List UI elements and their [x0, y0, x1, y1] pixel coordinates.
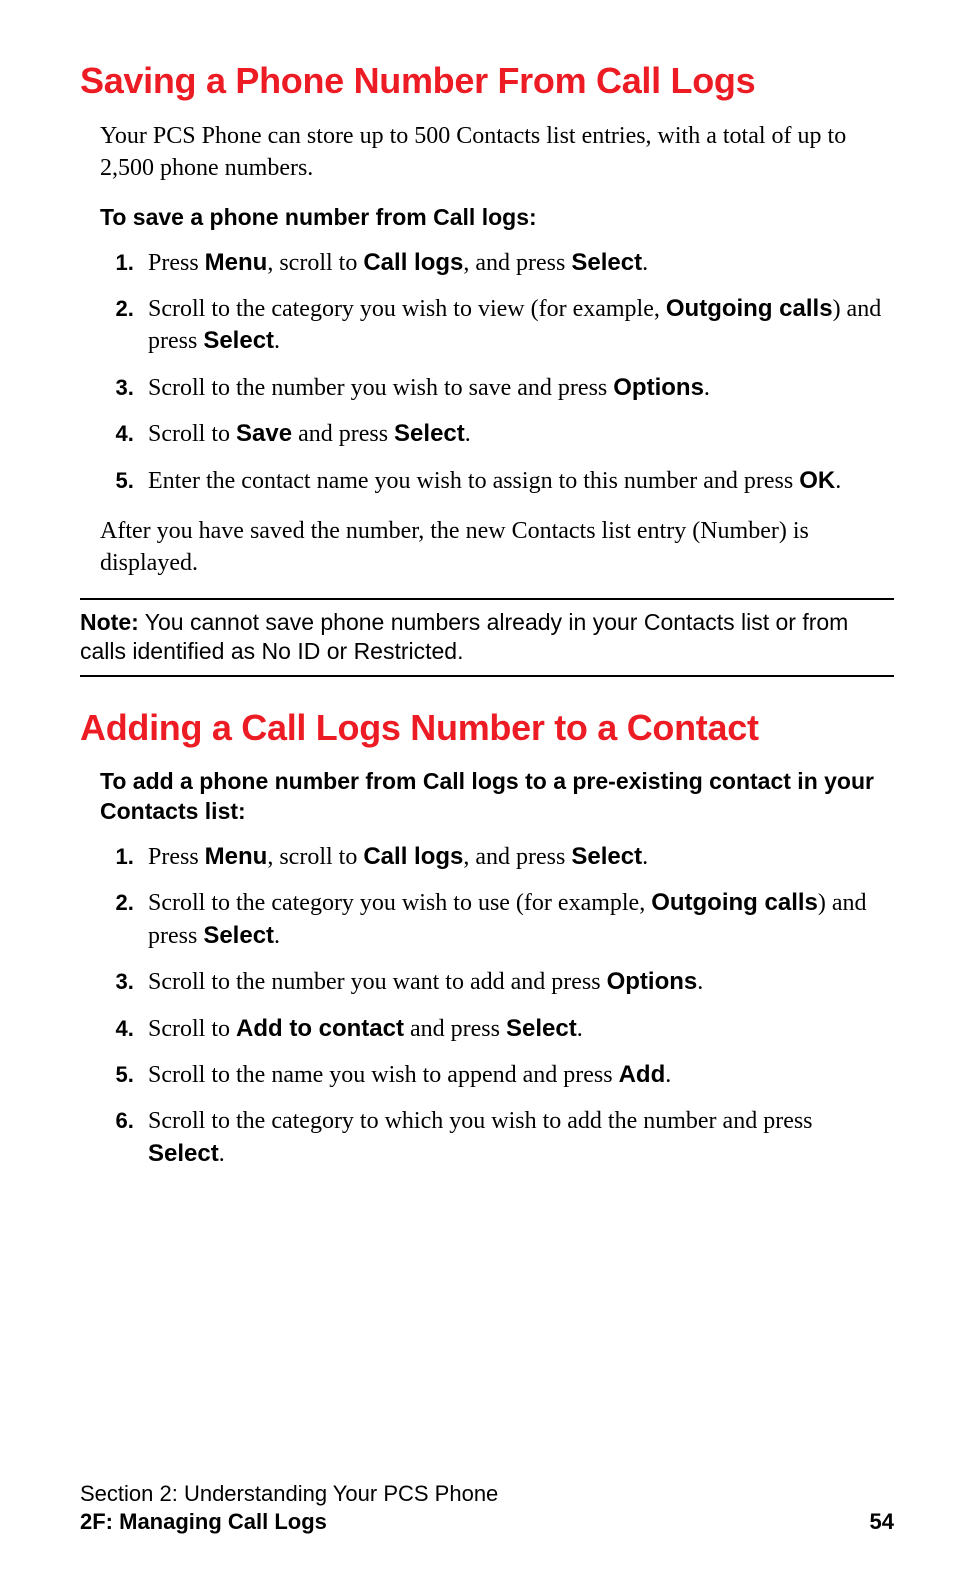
- list-item: Scroll to the name you wish to append an…: [140, 1059, 894, 1091]
- list-item: Scroll to Add to contact and press Selec…: [140, 1013, 894, 1045]
- note-block: Note: You cannot save phone numbers alre…: [80, 598, 894, 678]
- list-item: Scroll to the category you wish to view …: [140, 293, 894, 358]
- note-label: Note:: [80, 609, 139, 635]
- list-item: Scroll to the number you want to add and…: [140, 966, 894, 998]
- leadin-saving: To save a phone number from Call logs:: [80, 203, 894, 233]
- section-heading-adding: Adding a Call Logs Number to a Contact: [80, 707, 894, 749]
- page-number: 54: [870, 1509, 894, 1535]
- page-footer: Section 2: Understanding Your PCS Phone …: [80, 1481, 894, 1535]
- list-item: Enter the contact name you wish to assig…: [140, 465, 894, 497]
- list-item: Press Menu, scroll to Call logs, and pre…: [140, 247, 894, 279]
- list-item: Press Menu, scroll to Call logs, and pre…: [140, 841, 894, 873]
- steps-adding: Press Menu, scroll to Call logs, and pre…: [80, 841, 894, 1170]
- note-text: You cannot save phone numbers already in…: [80, 609, 848, 664]
- footer-subsection-title: 2F: Managing Call Logs: [80, 1509, 894, 1535]
- leadin-adding: To add a phone number from Call logs to …: [80, 767, 894, 827]
- steps-saving: Press Menu, scroll to Call logs, and pre…: [80, 247, 894, 497]
- list-item: Scroll to the category to which you wish…: [140, 1105, 894, 1170]
- after-paragraph: After you have saved the number, the new…: [80, 515, 894, 580]
- footer-section-title: Section 2: Understanding Your PCS Phone: [80, 1481, 894, 1507]
- list-item: Scroll to the number you wish to save an…: [140, 372, 894, 404]
- list-item: Scroll to Save and press Select.: [140, 418, 894, 450]
- document-page: Saving a Phone Number From Call Logs You…: [0, 0, 954, 1590]
- intro-paragraph: Your PCS Phone can store up to 500 Conta…: [80, 120, 894, 185]
- list-item: Scroll to the category you wish to use (…: [140, 887, 894, 952]
- section-heading-saving: Saving a Phone Number From Call Logs: [80, 60, 894, 102]
